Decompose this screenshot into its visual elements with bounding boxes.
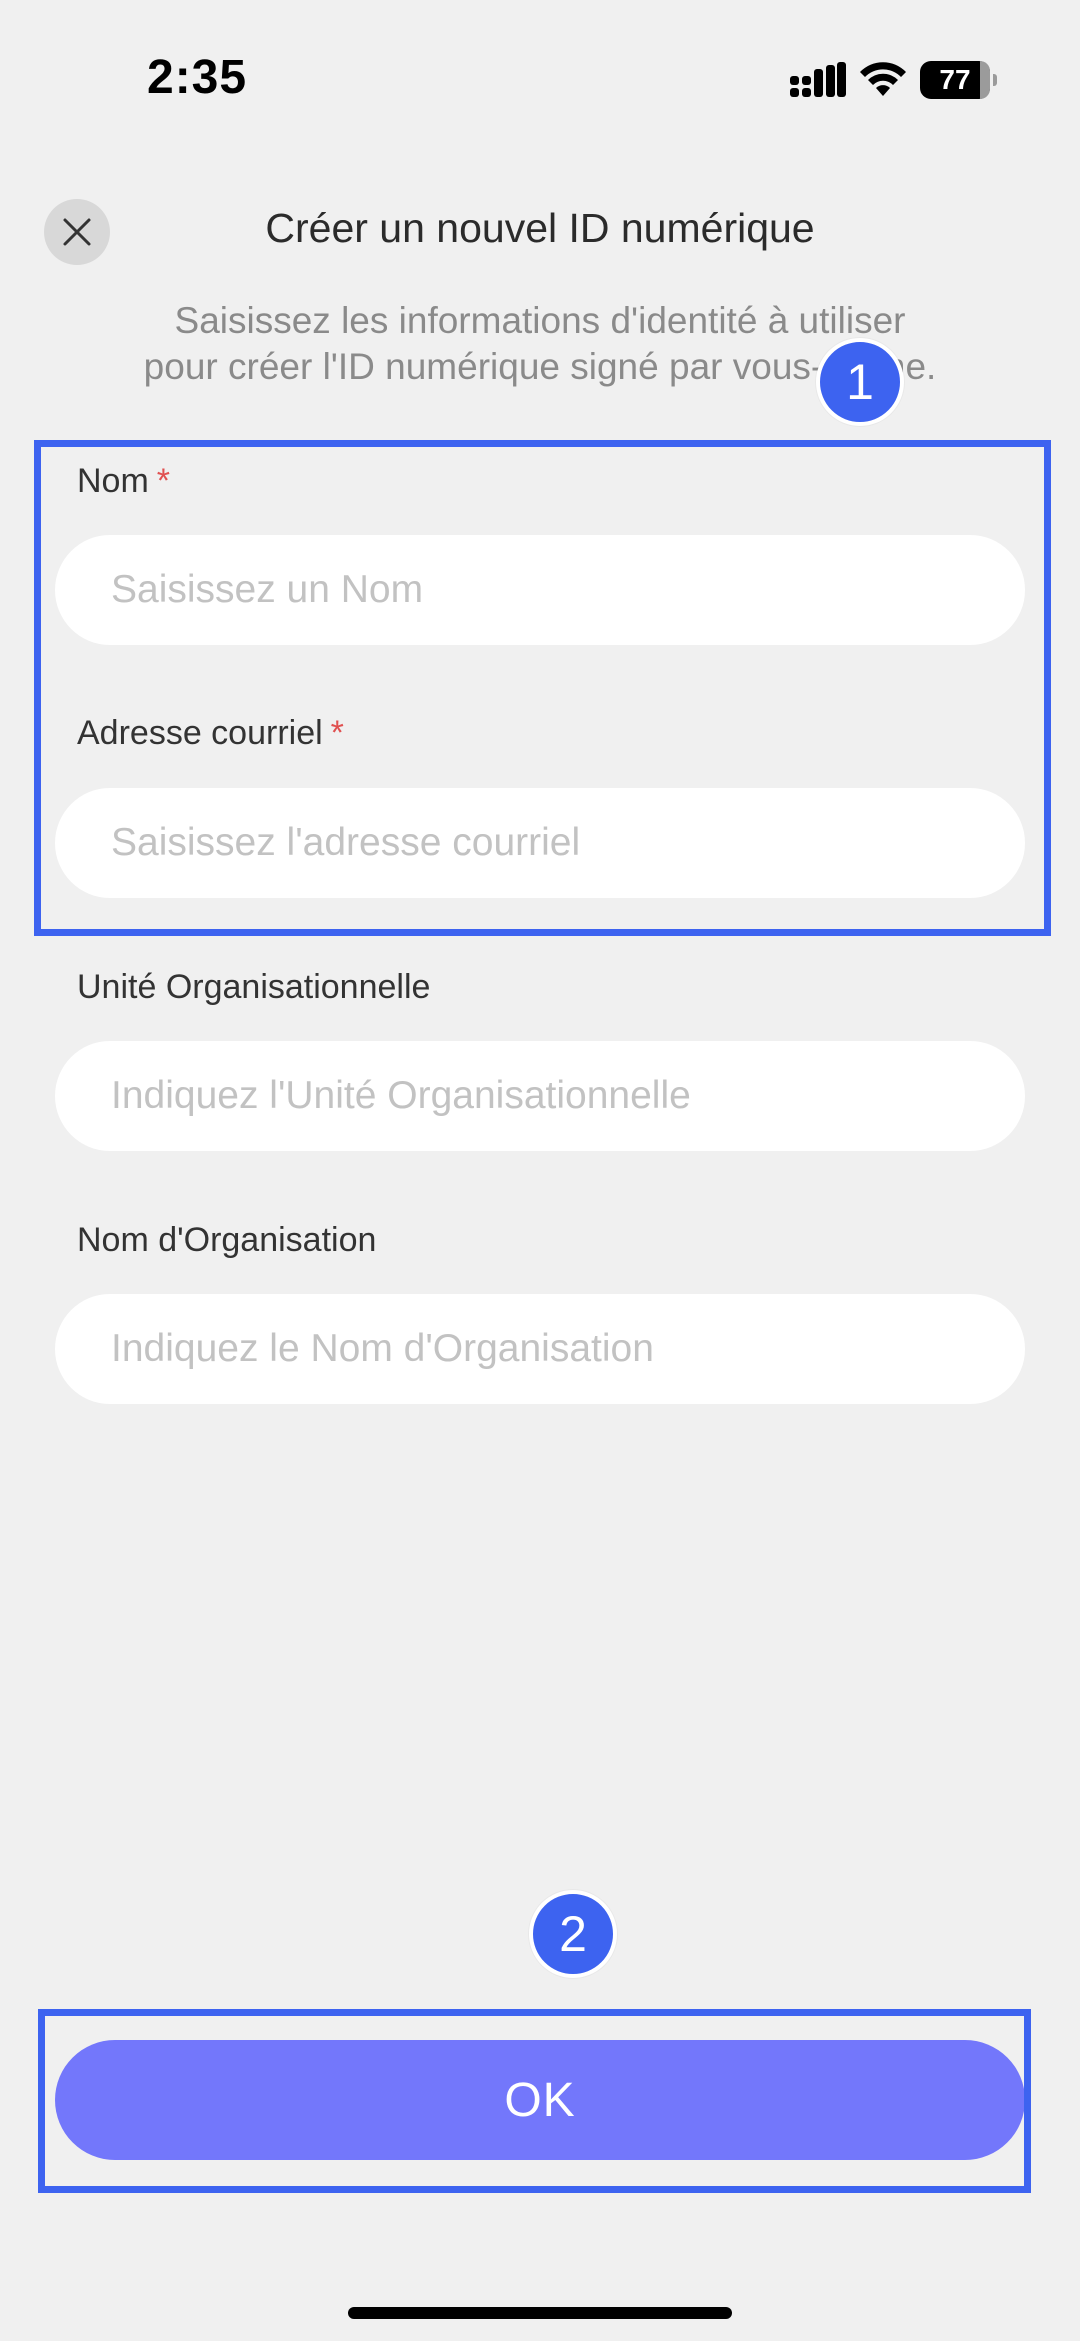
org-name-input[interactable] (55, 1294, 1025, 1404)
org-name-label-text: Nom d'Organisation (77, 1221, 377, 1259)
step-badge-1: 1 (816, 338, 904, 426)
cellular-signal-icon (790, 62, 846, 97)
battery-icon: 77 (920, 61, 997, 99)
status-icons: 77 (790, 58, 997, 102)
home-indicator (348, 2307, 732, 2319)
org-unit-label: Unité Organisationnelle (77, 968, 430, 1007)
status-time: 2:35 (147, 51, 248, 104)
screen: 2:35 77 Créer un nouvel ID numérique Sai… (0, 0, 1080, 2341)
step-badge-2: 2 (529, 1890, 617, 1978)
battery-level: 77 (939, 64, 971, 95)
org-name-label: Nom d'Organisation (77, 1221, 376, 1260)
page-title: Créer un nouvel ID numérique (265, 205, 815, 251)
highlight-box-step-1 (34, 440, 1051, 936)
org-unit-input[interactable] (55, 1041, 1025, 1151)
subtitle-line-1: Saisissez les informations d'identité à … (174, 300, 906, 341)
highlight-box-step-2 (38, 2009, 1031, 2193)
wifi-icon (860, 62, 906, 96)
org-unit-label-text: Unité Organisationnelle (77, 968, 431, 1006)
